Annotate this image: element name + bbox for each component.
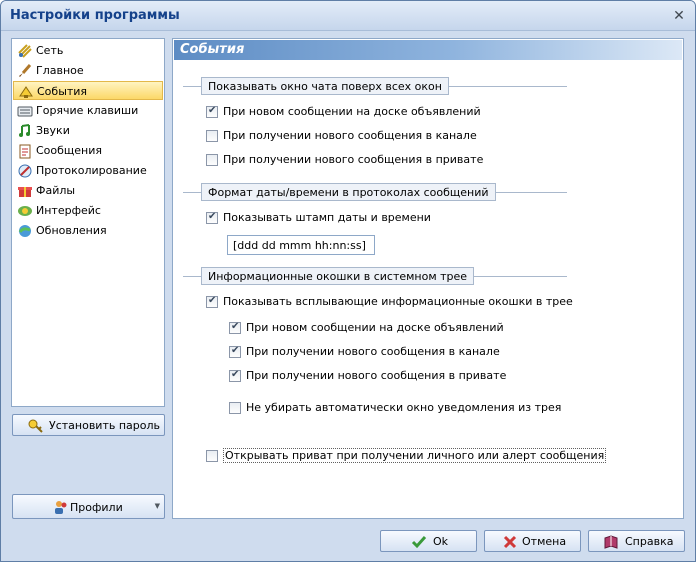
sidebar-nav: Сеть Главное События Горячие клавиши Зву…	[11, 38, 165, 407]
music-note-icon	[19, 124, 30, 137]
checkbox-box[interactable]	[229, 402, 241, 414]
sidebar-item-label: Протоколирование	[36, 164, 147, 177]
pen-icon	[18, 164, 32, 178]
group-label: Информационные окошки в системном трее	[201, 267, 475, 285]
events-icon	[19, 86, 33, 98]
checkbox-label: Показывать штамп даты и времени	[223, 211, 431, 224]
clipboard-icon	[19, 144, 31, 159]
checkbox-box[interactable]	[206, 105, 218, 118]
key-icon	[28, 419, 43, 433]
checkbox-box[interactable]	[229, 321, 241, 334]
checkbox-box[interactable]	[206, 450, 218, 462]
profiles-button[interactable]: Профили ▼	[12, 494, 165, 519]
brush-icon	[19, 64, 32, 77]
sidebar-item-logging[interactable]: Протоколирование	[13, 161, 163, 180]
checkbox-label: При получении нового сообщения в канале	[246, 345, 500, 358]
group-label: Показывать окно чата поверх всех окон	[201, 77, 449, 95]
sidebar-item-sounds[interactable]: Звуки	[13, 121, 163, 140]
sidebar-item-main[interactable]: Главное	[13, 61, 163, 80]
checkbox-label: Не убирать автоматически окно уведомлени…	[246, 401, 562, 414]
ok-button[interactable]: Ok	[380, 530, 477, 552]
title-bar[interactable]: Настройки программы ✕	[1, 1, 695, 31]
checkbox-box[interactable]	[229, 369, 241, 382]
events-panel: События Показывать окно чата поверх всех…	[172, 38, 684, 519]
sidebar-item-updates[interactable]: Обновления	[13, 221, 163, 240]
date-format-input[interactable]: [ddd dd mmm hh:nn:ss]	[227, 235, 375, 255]
sidebar-item-files[interactable]: Файлы	[13, 181, 163, 200]
sidebar-item-label: Сообщения	[36, 144, 103, 157]
cross-icon	[503, 535, 517, 549]
sidebar-item-interface[interactable]: Интерфейс	[13, 201, 163, 220]
help-button[interactable]: Справка	[588, 530, 685, 552]
checkbox-label: Открывать приват при получении личного и…	[223, 448, 607, 463]
checkbox-label: Показывать всплывающие информационные ок…	[223, 295, 573, 308]
checkbox-box[interactable]	[206, 154, 218, 166]
sidebar-item-label: Горячие клавиши	[36, 104, 139, 117]
settings-window: Настройки программы ✕ Сеть Главное Событ…	[0, 0, 696, 562]
panel-header: События	[174, 40, 682, 60]
checkbox-box[interactable]	[229, 345, 241, 358]
close-icon[interactable]: ✕	[671, 8, 687, 24]
checkbox-label: При новом сообщении на доске объявлений	[223, 105, 481, 118]
book-icon	[604, 535, 618, 549]
checkbox-label: При получении нового сообщения в привате	[246, 369, 507, 382]
sidebar-item-messages[interactable]: Сообщения	[13, 141, 163, 160]
panel-title: События	[180, 42, 245, 57]
checkbox-label: При получении нового сообщения в канале	[223, 129, 477, 142]
set-password-button[interactable]: Установить пароль	[12, 414, 165, 436]
sidebar-item-network[interactable]: Сеть	[13, 41, 163, 60]
checkbox-label: При новом сообщении на доске объявлений	[246, 321, 504, 334]
sidebar-item-events[interactable]: События	[13, 81, 163, 100]
checkbox-box[interactable]	[206, 211, 218, 224]
sidebar-item-hotkeys[interactable]: Горячие клавиши	[13, 101, 163, 120]
sidebar-item-label: Главное	[36, 64, 84, 77]
window-title: Настройки программы	[10, 8, 180, 23]
interface-icon	[18, 206, 32, 216]
keyboard-icon	[17, 106, 33, 117]
checkbox-box[interactable]	[206, 295, 218, 308]
sidebar-item-label: События	[37, 85, 88, 98]
users-icon	[55, 501, 67, 514]
checkbox-box[interactable]	[206, 130, 218, 142]
sidebar-item-label: Звуки	[36, 124, 70, 137]
cancel-button[interactable]: Отмена	[484, 530, 581, 552]
update-icon	[18, 225, 31, 237]
sidebar-item-label: Интерфейс	[36, 204, 101, 217]
sidebar-item-label: Файлы	[36, 184, 76, 197]
network-icon	[18, 44, 32, 58]
group-label: Формат даты/времени в протоколах сообщен…	[201, 183, 496, 201]
chevron-down-icon: ▼	[154, 502, 160, 510]
sidebar-item-label: Сеть	[36, 44, 64, 57]
checkbox-label: При получении нового сообщения в привате	[223, 153, 484, 166]
sidebar-item-label: Обновления	[36, 224, 107, 237]
checkmark-icon	[411, 536, 427, 549]
gift-icon	[18, 187, 32, 197]
